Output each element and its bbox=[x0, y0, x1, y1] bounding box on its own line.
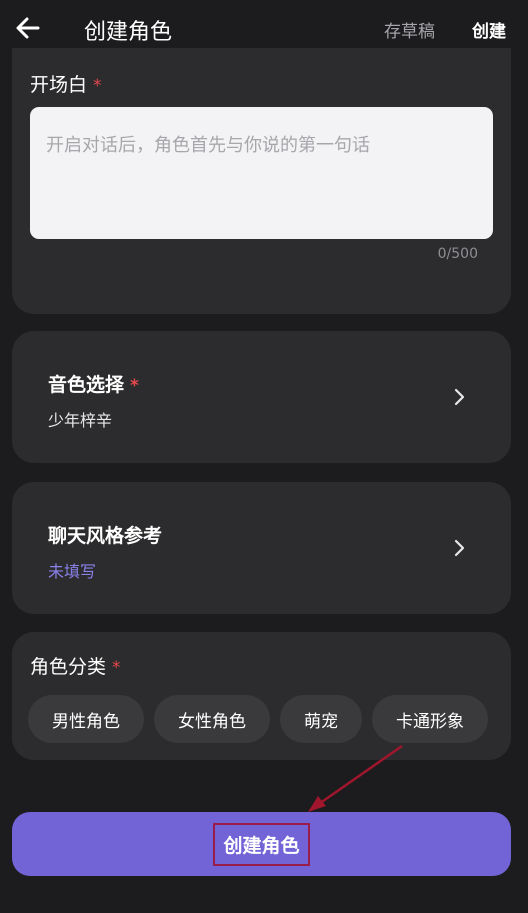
voice-value: 少年梓辛 bbox=[48, 411, 113, 430]
required-mark: * bbox=[112, 658, 121, 678]
category-chip-cartoon[interactable]: 卡通形象 bbox=[372, 695, 488, 743]
chat-style-title: 聊天风格参考 bbox=[48, 525, 163, 547]
category-card: 角色分类 * 男性角色 女性角色 萌宠 卡通形象 bbox=[12, 632, 511, 760]
create-role-button[interactable]: 创建角色 bbox=[12, 812, 511, 876]
category-chip-pet[interactable]: 萌宠 bbox=[280, 695, 362, 743]
create-role-button-label: 创建角色 bbox=[213, 822, 310, 866]
char-counter: 0/500 bbox=[437, 246, 478, 262]
greeting-title-text: 开场白 bbox=[30, 74, 88, 96]
save-draft-button[interactable]: 存草稿 bbox=[384, 17, 435, 42]
chevron-right-icon bbox=[454, 539, 465, 557]
greeting-card: 开场白* 0/500 bbox=[12, 48, 511, 314]
chat-style-card[interactable]: 聊天风格参考 未填写 bbox=[12, 482, 511, 614]
chat-style-value: 未填写 bbox=[48, 562, 97, 581]
voice-title: 音色选择 * bbox=[48, 370, 139, 397]
greeting-input[interactable] bbox=[30, 107, 493, 239]
required-mark: * bbox=[130, 376, 139, 396]
chevron-right-icon bbox=[454, 388, 465, 406]
category-chip-male[interactable]: 男性角色 bbox=[28, 695, 144, 743]
category-title: 角色分类 * bbox=[30, 652, 121, 679]
create-button-top[interactable]: 创建 bbox=[472, 17, 506, 42]
page-title: 创建角色 bbox=[84, 20, 173, 45]
category-title-text: 角色分类 bbox=[30, 656, 107, 678]
greeting-title: 开场白 * bbox=[30, 70, 102, 97]
voice-title-text: 音色选择 bbox=[48, 374, 125, 396]
category-chip-female[interactable]: 女性角色 bbox=[154, 695, 270, 743]
arrow-left-icon[interactable] bbox=[12, 12, 44, 44]
required-mark: * bbox=[93, 76, 102, 96]
category-options: 男性角色 女性角色 萌宠 卡通形象 bbox=[28, 695, 488, 743]
voice-select-card[interactable]: 音色选择 * 少年梓辛 bbox=[12, 331, 511, 463]
